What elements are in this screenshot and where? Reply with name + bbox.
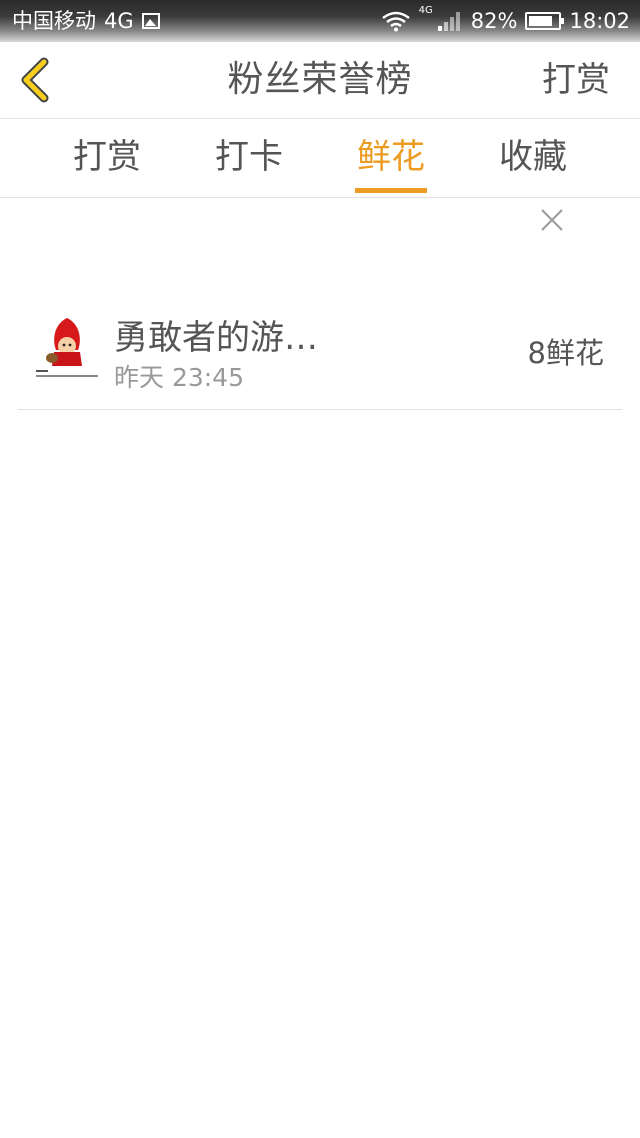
- picture-icon: [141, 13, 160, 29]
- battery-icon: [525, 12, 565, 30]
- network-type: 4G: [104, 9, 134, 33]
- user-name: 勇敢者的游…: [114, 318, 318, 358]
- list-divider: [18, 409, 622, 410]
- clock: 18:02: [569, 9, 630, 33]
- tab-reward[interactable]: 打赏: [52, 119, 162, 197]
- status-bar: 中国移动 4G 4G 82% 18:02: [0, 0, 640, 42]
- tab-label: 鲜花: [357, 137, 425, 177]
- tab-label: 收藏: [499, 137, 567, 177]
- cell-signal-icon: [437, 10, 463, 32]
- close-icon: [541, 209, 563, 231]
- battery-percent: 82%: [470, 9, 518, 33]
- network-tag: 4G: [418, 5, 433, 16]
- timestamp: 昨天 23:45: [114, 363, 244, 392]
- avatar: [32, 314, 102, 384]
- flower-count: 8鲜花: [527, 336, 604, 370]
- tab-flowers[interactable]: 鲜花: [336, 119, 446, 197]
- list-item[interactable]: 勇敢者的游… 昨天 23:45 8鲜花: [18, 300, 622, 410]
- tab-label: 打卡: [215, 137, 283, 177]
- active-tab-indicator: [355, 188, 427, 193]
- tab-label: 打赏: [73, 137, 141, 177]
- carrier-name: 中国移动: [12, 9, 96, 33]
- wifi-icon: [381, 10, 411, 32]
- tab-bar: 打赏 打卡 鲜花 收藏: [0, 119, 640, 197]
- tab-favorites[interactable]: 收藏: [478, 119, 588, 197]
- tab-checkin[interactable]: 打卡: [194, 119, 304, 197]
- reward-button[interactable]: 打赏: [542, 42, 610, 118]
- battery-fill: [529, 16, 553, 26]
- close-button[interactable]: [538, 206, 566, 234]
- status-right: 4G 82% 18:02: [381, 0, 630, 42]
- tabs-divider: [0, 197, 640, 198]
- status-left: 中国移动 4G: [12, 0, 160, 42]
- header: 粉丝荣誉榜 打赏: [0, 42, 640, 118]
